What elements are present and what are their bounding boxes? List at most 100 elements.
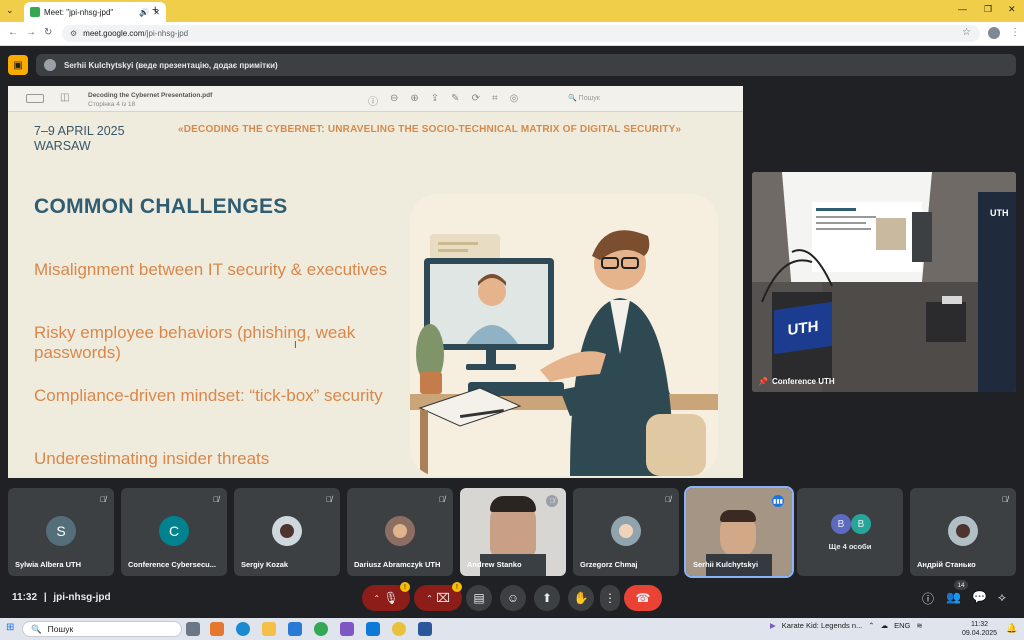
- avatar: [272, 516, 302, 546]
- crop-icon[interactable]: ⌗: [492, 93, 498, 108]
- share-icon[interactable]: ⇪: [431, 93, 439, 108]
- activities-icon[interactable]: ⟡: [998, 590, 1006, 605]
- close-window-icon[interactable]: ✕: [1008, 4, 1016, 15]
- window-controls-icon[interactable]: [26, 94, 44, 103]
- word-icon[interactable]: [418, 622, 432, 636]
- chevron-up-icon[interactable]: ⌃: [373, 594, 380, 603]
- avatar: S: [46, 516, 76, 546]
- store-icon[interactable]: [288, 622, 302, 636]
- notifications-icon[interactable]: 🔔: [1006, 623, 1017, 634]
- more-participants-label: Ще 4 особи: [828, 542, 872, 551]
- copilot-icon[interactable]: [210, 622, 224, 636]
- participant-tile[interactable]: 🎙̸ Андрій Станько: [910, 488, 1016, 576]
- people-count-badge: 14: [954, 580, 968, 590]
- info-icon[interactable]: ⓘ: [368, 93, 378, 108]
- zoom-in-icon[interactable]: ⊕: [410, 93, 418, 108]
- media-play-icon[interactable]: ▶: [770, 621, 776, 630]
- url-host: meet.google.com: [83, 29, 145, 38]
- more-vert-icon: ⋮: [604, 591, 616, 605]
- task-view-icon[interactable]: [186, 622, 200, 636]
- chevron-up-icon[interactable]: ⌃: [426, 594, 433, 603]
- bookmark-star-icon[interactable]: ☆: [962, 27, 971, 38]
- meeting-code: jpi-nhsg-jpd: [53, 592, 111, 603]
- tab-list-icon[interactable]: ⌄: [6, 5, 14, 16]
- browser-tab-bar: ⌄ Meet: "jpi-nhsg-jpd" 🔊 ✕ + — ❐ ✕: [0, 0, 1024, 22]
- presenter-avatar: [44, 59, 56, 71]
- camera-tile-name: Conference UTH: [771, 377, 835, 386]
- forward-icon[interactable]: →: [26, 27, 36, 38]
- clock-time: 11:32: [971, 621, 989, 628]
- network-icon[interactable]: ☁: [881, 621, 889, 630]
- participant-tile[interactable]: 🎙̸ Grzegorz Chmaj: [573, 488, 679, 576]
- mic-muted-icon: 🎙̸: [665, 495, 671, 504]
- mic-muted-icon: 🎙̸: [100, 495, 106, 504]
- avatar: C: [159, 516, 189, 546]
- emoji-icon: ☺: [506, 591, 520, 605]
- speaking-indicator-icon: ▮▮▮: [772, 495, 784, 507]
- lang-indicator[interactable]: ENG: [894, 621, 910, 630]
- pdf-page-info: Сторінка 4 із 18: [88, 101, 136, 108]
- avatar: [948, 516, 978, 546]
- reactions-button[interactable]: ☺: [500, 585, 526, 611]
- url-input[interactable]: ⚙ meet.google.com/jpi-nhsg-jpd: [62, 25, 980, 42]
- pdf-search-field[interactable]: 🔍 Пошук: [568, 94, 600, 102]
- more-options-button[interactable]: ⋮: [600, 585, 620, 611]
- avatar: B: [851, 514, 871, 534]
- participant-tile[interactable]: 🎙̸ C Conference Cybersecu...: [121, 488, 227, 576]
- site-info-icon[interactable]: ⚙: [70, 29, 77, 38]
- raise-hand-button[interactable]: ✋: [568, 585, 594, 611]
- browser-menu-icon[interactable]: ⋮: [1010, 27, 1020, 38]
- participant-name: Андрій Станько: [917, 560, 976, 569]
- chrome-icon[interactable]: [314, 622, 328, 636]
- present-button[interactable]: ⬆: [534, 585, 560, 611]
- media-title[interactable]: Karate Kid: Legends n...: [782, 621, 862, 630]
- zoom-out-icon[interactable]: ⊖: [390, 93, 398, 108]
- meeting-info-separator: |: [43, 592, 47, 603]
- people-icon[interactable]: 👥: [946, 590, 961, 604]
- windows-start-icon[interactable]: ⊞: [6, 622, 14, 633]
- pin-icon[interactable]: 📌: [758, 377, 768, 386]
- rotate-icon[interactable]: ⟳: [472, 93, 480, 108]
- sidebar-toggle-icon[interactable]: ◫: [60, 92, 69, 103]
- meeting-details-icon[interactable]: ⓘ: [922, 590, 934, 607]
- wifi-icon[interactable]: ≋: [916, 621, 922, 630]
- search-icon: 🔍: [31, 623, 42, 634]
- chat-icon[interactable]: 💬: [972, 590, 987, 604]
- participant-tile-speaking[interactable]: ▮▮▮ Serhii Kulchytskyi: [684, 486, 794, 578]
- leave-call-button[interactable]: ☎: [624, 585, 662, 611]
- app-icon[interactable]: [340, 622, 354, 636]
- slide-heading: COMMON CHALLENGES: [34, 195, 288, 218]
- new-tab-icon[interactable]: +: [152, 4, 158, 16]
- profile-avatar[interactable]: [988, 27, 1000, 39]
- edge-icon[interactable]: [236, 622, 250, 636]
- minimize-icon[interactable]: —: [958, 4, 967, 14]
- participant-tile-video[interactable]: 🎙̸ Andrew Stanko: [460, 488, 566, 576]
- tray-overflow-icon[interactable]: ⌃: [868, 621, 874, 630]
- presenter-text: Serhii Kulchytskyi (веде презентацію, до…: [64, 60, 278, 70]
- meet-favicon-icon: [30, 7, 40, 17]
- taskbar-search[interactable]: 🔍 Пошук: [22, 621, 182, 637]
- participant-tile-more[interactable]: B B Ще 4 особи: [797, 488, 903, 576]
- present-screen-icon: ⬆: [541, 591, 553, 605]
- file-explorer-icon[interactable]: [262, 622, 276, 636]
- reload-icon[interactable]: ↻: [44, 27, 52, 38]
- participant-tile[interactable]: 🎙̸ Dariusz Abramczyk UTH: [347, 488, 453, 576]
- taskbar-clock[interactable]: 11:32 09.04.2025: [962, 620, 997, 638]
- participant-tile[interactable]: 🎙̸ S Sylwia Albera UTH: [8, 488, 114, 576]
- participant-tile[interactable]: 🎙̸ Sergiy Kozak: [234, 488, 340, 576]
- telegram-icon[interactable]: [366, 622, 380, 636]
- mic-off-icon: 🎙: [383, 591, 399, 605]
- presentation-icon[interactable]: ▣: [8, 55, 28, 75]
- dates-line-1: 7–9 APRIL 2025: [34, 124, 125, 138]
- camera-tile-conference-uth[interactable]: UTH UTH 📌 Conference UTH: [752, 172, 1016, 392]
- browser-tab-meet[interactable]: Meet: "jpi-nhsg-jpd" 🔊 ✕: [24, 2, 166, 22]
- annotate-icon[interactable]: ◎: [510, 93, 519, 108]
- speaker-icon[interactable]: 🔊: [139, 8, 149, 17]
- back-icon[interactable]: ←: [8, 27, 18, 38]
- captions-button[interactable]: ▤: [466, 585, 492, 611]
- challenge-item: Risky employee behaviors (phishing, weak…: [34, 323, 356, 362]
- chrome-active-icon[interactable]: [392, 622, 406, 636]
- presentation-window: ◫ Decoding the Cybernet Presentation.pdf…: [8, 86, 743, 478]
- maximize-icon[interactable]: ❐: [984, 4, 992, 15]
- markup-icon[interactable]: ✎: [451, 93, 459, 108]
